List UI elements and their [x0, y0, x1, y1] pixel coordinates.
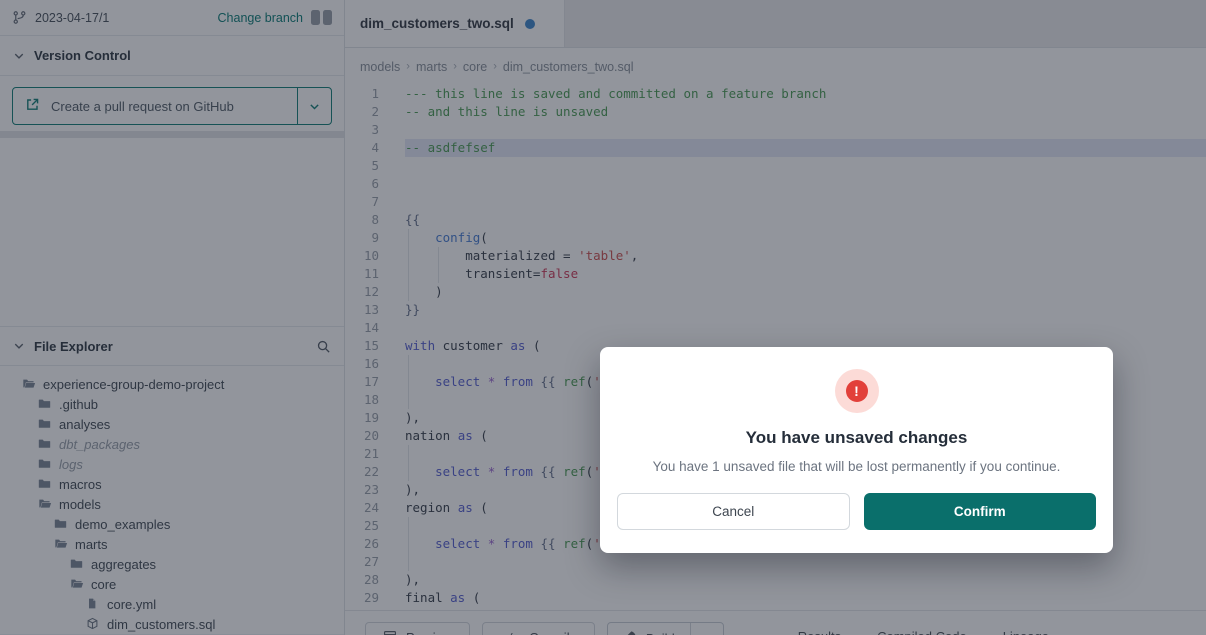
unsaved-changes-modal: ! You have unsaved changes You have 1 un… — [600, 347, 1113, 553]
confirm-button[interactable]: Confirm — [864, 493, 1097, 530]
modal-title: You have unsaved changes — [617, 428, 1096, 448]
modal-message: You have 1 unsaved file that will be los… — [617, 459, 1096, 474]
exclamation-icon: ! — [846, 380, 868, 402]
error-icon: ! — [835, 369, 879, 413]
cancel-button[interactable]: Cancel — [617, 493, 850, 530]
app-window: 2023-04-17/1 Change branch Version Contr… — [0, 0, 1206, 635]
modal-actions: Cancel Confirm — [617, 493, 1096, 530]
